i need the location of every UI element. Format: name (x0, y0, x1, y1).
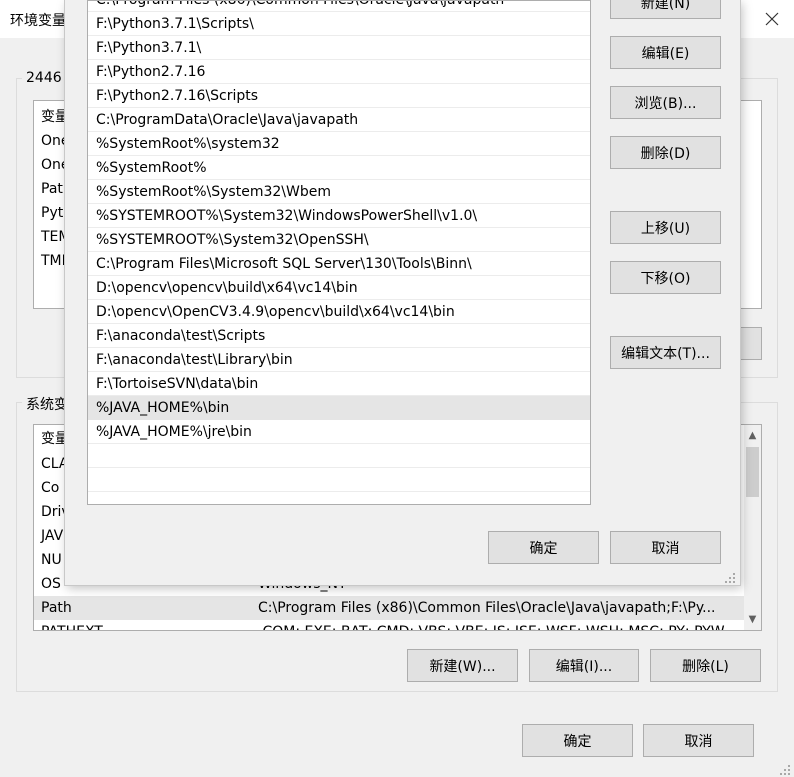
list-item[interactable]: %SYSTEMROOT%\System32\OpenSSH\ (88, 228, 590, 252)
list-item[interactable]: F:\anaconda\test\Scripts (88, 324, 590, 348)
path-entries-list[interactable]: C:\Program Files (x86)\Common Files\Orac… (87, 0, 591, 505)
list-item[interactable]: F:\TortoiseSVN\data\bin (88, 372, 590, 396)
window-title: 环境变量 (10, 13, 66, 29)
list-item[interactable]: %SystemRoot%\System32\Wbem (88, 180, 590, 204)
move-down-button[interactable]: 下移(O) (610, 261, 721, 294)
browse-button[interactable]: 浏览(B)... (610, 86, 721, 119)
list-item[interactable]: F:\Python3.7.1\Scripts\ (88, 12, 590, 36)
list-item[interactable]: %SYSTEMROOT%\System32\WindowsPowerShell\… (88, 204, 590, 228)
dialog-resize-grip-icon[interactable] (724, 572, 736, 584)
list-item[interactable]: F:\anaconda\test\Library\bin (88, 348, 590, 372)
scroll-down-icon[interactable]: ▼ (744, 611, 761, 628)
user-hidden-button-edge[interactable] (740, 327, 762, 360)
system-edit-button[interactable]: 编辑(I)... (529, 649, 639, 682)
list-item[interactable]: %SystemRoot%\system32 (88, 132, 590, 156)
list-item-selected[interactable]: %JAVA_HOME%\bin (88, 396, 590, 420)
close-icon[interactable] (756, 4, 788, 34)
list-item[interactable]: D:\opencv\OpenCV3.4.9\opencv\build\x64\v… (88, 300, 590, 324)
list-item[interactable]: %JAVA_HOME%\jre\bin (88, 420, 590, 444)
list-item[interactable]: %SystemRoot% (88, 156, 590, 180)
list-item-empty[interactable] (88, 444, 590, 468)
system-delete-button[interactable]: 删除(L) (650, 649, 761, 682)
dialog-ok-button[interactable]: 确定 (488, 531, 599, 564)
resize-grip-icon[interactable] (779, 764, 791, 776)
edit-text-button[interactable]: 编辑文本(T)... (610, 336, 721, 369)
scroll-up-icon[interactable]: ▲ (744, 427, 761, 444)
ok-button[interactable]: 确定 (522, 724, 633, 757)
vertical-scrollbar[interactable]: ▲ ▼ (744, 425, 761, 630)
list-item[interactable]: C:\Program Files\Microsoft SQL Server\13… (88, 252, 590, 276)
new-button[interactable]: 新建(N) (610, 0, 721, 19)
list-item-empty[interactable] (88, 468, 590, 492)
list-item[interactable]: D:\opencv\opencv\build\x64\vc14\bin (88, 276, 590, 300)
move-up-button[interactable]: 上移(U) (610, 211, 721, 244)
list-item[interactable]: C:\ProgramData\Oracle\Java\javapath (88, 108, 590, 132)
system-new-button[interactable]: 新建(W)... (407, 649, 518, 682)
user-variables-group-label: 2446 (22, 70, 66, 86)
scrollbar-thumb[interactable] (746, 447, 759, 497)
edit-button[interactable]: 编辑(E) (610, 36, 721, 69)
list-item[interactable]: F:\Python2.7.16\Scripts (88, 84, 590, 108)
delete-button[interactable]: 删除(D) (610, 136, 721, 169)
list-item[interactable]: F:\Python2.7.16 (88, 60, 590, 84)
cancel-button[interactable]: 取消 (643, 724, 754, 757)
table-row[interactable]: PATHEXT.COM;.EXE;.BAT;.CMD;.VBS;.VBE;.JS… (34, 620, 745, 630)
dialog-cancel-button[interactable]: 取消 (610, 531, 721, 564)
list-item[interactable]: C:\Program Files (x86)\Common Files\Orac… (88, 1, 590, 12)
table-row-selected[interactable]: Path C:\Program Files (x86)\Common Files\… (34, 596, 745, 620)
list-item[interactable]: F:\Python3.7.1\ (88, 36, 590, 60)
